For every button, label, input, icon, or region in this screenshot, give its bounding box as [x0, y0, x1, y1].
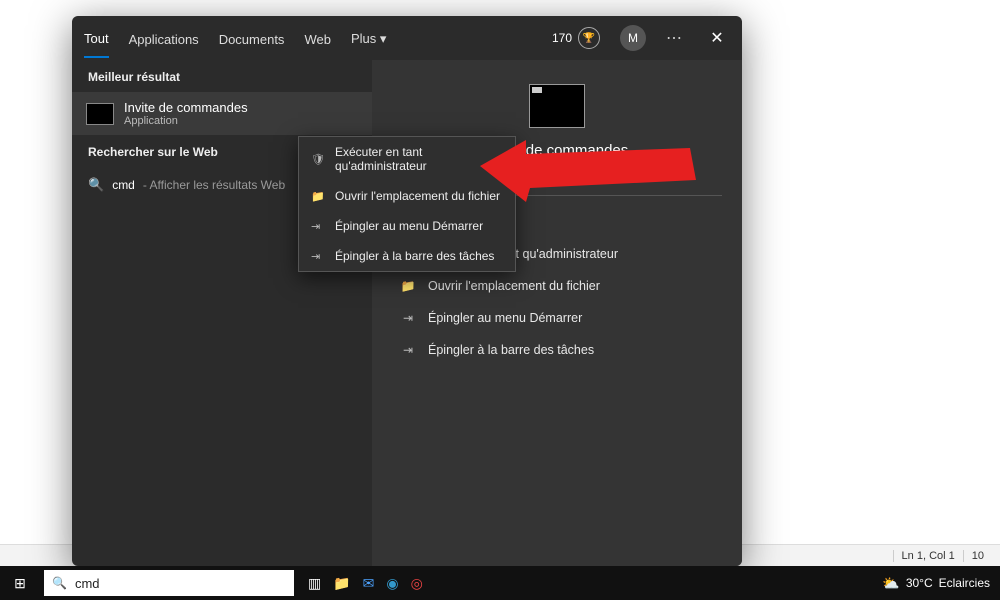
pin-taskbar-icon: ⇥ — [400, 343, 416, 357]
folder-icon: 📁 — [311, 190, 325, 203]
action-open-location[interactable]: 📁Ouvrir l'emplacement du fichier — [392, 270, 722, 302]
chrome-icon[interactable]: ◎ — [411, 575, 423, 592]
ctx-pin-start[interactable]: ⇥Épingler au menu Démarrer — [299, 211, 515, 241]
rewards-points: 170 — [552, 31, 572, 45]
pin-icon: ⇥ — [400, 311, 416, 325]
context-menu: 🛡Exécuter en tant qu'administrateur 📁Ouv… — [298, 136, 516, 272]
app-preview-type: Application — [530, 163, 584, 175]
pin-taskbar-icon: ⇥ — [311, 250, 325, 263]
explorer-icon[interactable]: 📁 — [333, 575, 350, 592]
cmd-icon — [86, 103, 114, 125]
folder-icon: 📁 — [400, 279, 416, 293]
search-icon: 🔍 — [88, 177, 104, 193]
ctx-pin-taskbar[interactable]: ⇥Épingler à la barre des tâches — [299, 241, 515, 271]
mail-icon[interactable]: ✉ — [363, 575, 375, 592]
weather-condition: Eclaircies — [939, 576, 990, 590]
tab-apps[interactable]: Applications — [129, 20, 199, 57]
tab-more[interactable]: Plus ▾ — [351, 19, 386, 57]
status-zoom: 10 — [963, 550, 992, 562]
tab-all[interactable]: Tout — [84, 19, 109, 58]
edge-icon[interactable]: ◉ — [386, 575, 398, 592]
search-tabs: Tout Applications Documents Web Plus ▾ 1… — [72, 16, 742, 60]
taskbar-search-value: cmd — [75, 576, 100, 591]
action-pin-start[interactable]: ⇥Épingler au menu Démarrer — [392, 302, 722, 334]
taskbar: ⊞ 🔍 cmd ▥ 📁 ✉ ◉ ◎ ⛅ 30°C Eclaircies — [0, 566, 1000, 600]
weather-icon: ⛅ — [882, 575, 899, 592]
result-cmd[interactable]: Invite de commandes Application — [72, 92, 372, 135]
start-button[interactable]: ⊞ — [0, 566, 40, 600]
rewards-counter[interactable]: 170 🏆 — [552, 27, 600, 49]
taskbar-icons: ▥ 📁 ✉ ◉ ◎ — [308, 575, 423, 592]
more-options-icon[interactable]: ⋯ — [666, 28, 684, 48]
close-button[interactable]: ✕ — [704, 25, 730, 51]
weather-widget[interactable]: ⛅ 30°C Eclaircies — [872, 575, 1000, 592]
web-query: cmd — [112, 178, 135, 192]
shield-icon: 🛡 — [311, 153, 325, 166]
web-query-sub: - Afficher les résultats Web — [143, 178, 285, 192]
pin-icon: ⇥ — [311, 220, 325, 233]
ctx-open-location[interactable]: 📁Ouvrir l'emplacement du fichier — [299, 181, 515, 211]
best-match-header: Meilleur résultat — [72, 60, 372, 92]
task-view-icon[interactable]: ▥ — [308, 575, 321, 592]
action-pin-taskbar[interactable]: ⇥Épingler à la barre des tâches — [392, 334, 722, 366]
status-cursor-pos: Ln 1, Col 1 — [893, 550, 963, 562]
result-subtitle: Application — [124, 115, 248, 127]
app-preview-icon — [529, 84, 585, 128]
result-title: Invite de commandes — [124, 100, 248, 115]
user-avatar[interactable]: M — [620, 25, 646, 51]
search-panel: Tout Applications Documents Web Plus ▾ 1… — [72, 16, 742, 566]
weather-temp: 30°C — [906, 576, 933, 590]
trophy-icon: 🏆 — [578, 27, 600, 49]
taskbar-search[interactable]: 🔍 cmd — [44, 570, 294, 596]
tab-web[interactable]: Web — [304, 20, 331, 57]
ctx-run-admin[interactable]: 🛡Exécuter en tant qu'administrateur — [299, 137, 515, 181]
tab-documents[interactable]: Documents — [219, 20, 285, 57]
search-icon: 🔍 — [52, 576, 67, 590]
